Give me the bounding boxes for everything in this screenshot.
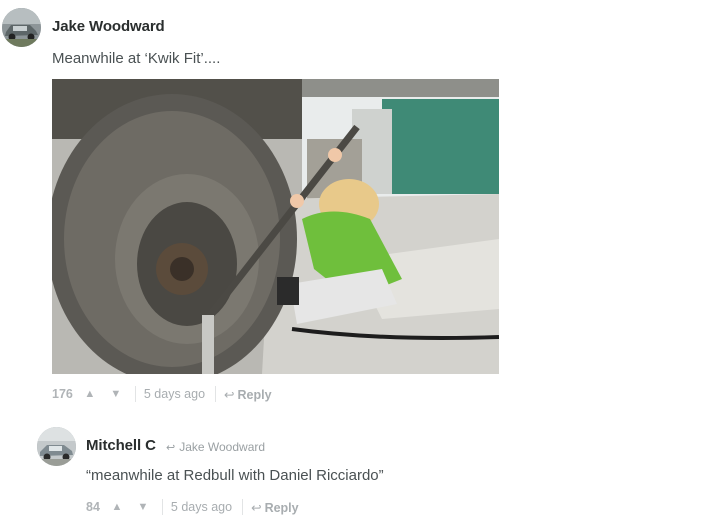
comment-text: “meanwhile at Redbull with Daniel Riccia… <box>86 467 384 484</box>
comment-photo[interactable] <box>52 79 499 374</box>
avatar[interactable] <box>37 427 76 466</box>
downvote-icon[interactable]: ▼ <box>136 501 150 513</box>
comment-footer: 176 ▲ ▼ 5 days ago ↩ Reply <box>52 386 272 402</box>
timestamp-link[interactable]: 5 days ago <box>171 500 232 514</box>
vote-count: 176 <box>52 387 73 401</box>
divider <box>134 386 136 402</box>
divider <box>161 499 163 515</box>
reply-icon: ↩ <box>224 387 235 402</box>
upvote-icon[interactable]: ▲ <box>83 388 97 400</box>
divider <box>215 386 217 402</box>
reply-label: Reply <box>237 387 272 402</box>
downvote-icon[interactable]: ▼ <box>109 388 123 400</box>
reply-to-arrow-icon: ↩ <box>166 442 176 454</box>
in-reply-to-author: Jake Woodward <box>179 440 266 454</box>
child-wrench-tyre-image <box>52 79 499 374</box>
reply-button[interactable]: ↩ Reply <box>251 500 299 515</box>
comment-mitchell-c: Mitchell C ↩ Jake Woodward “meanwhile at … <box>0 0 701 515</box>
vote-count: 84 <box>86 500 100 514</box>
car-avatar-image <box>37 427 76 466</box>
comment-footer: 84 ▲ ▼ 5 days ago ↩ Reply <box>86 499 299 515</box>
timestamp-link[interactable]: 5 days ago <box>144 387 205 401</box>
reply-button[interactable]: ↩ Reply <box>224 387 272 402</box>
reply-icon: ↩ <box>251 500 262 515</box>
reply-label: Reply <box>264 500 299 515</box>
in-reply-to[interactable]: ↩ Jake Woodward <box>166 440 265 454</box>
upvote-icon[interactable]: ▲ <box>110 501 124 513</box>
divider <box>242 499 244 515</box>
comment-author[interactable]: Mitchell C <box>86 437 156 454</box>
